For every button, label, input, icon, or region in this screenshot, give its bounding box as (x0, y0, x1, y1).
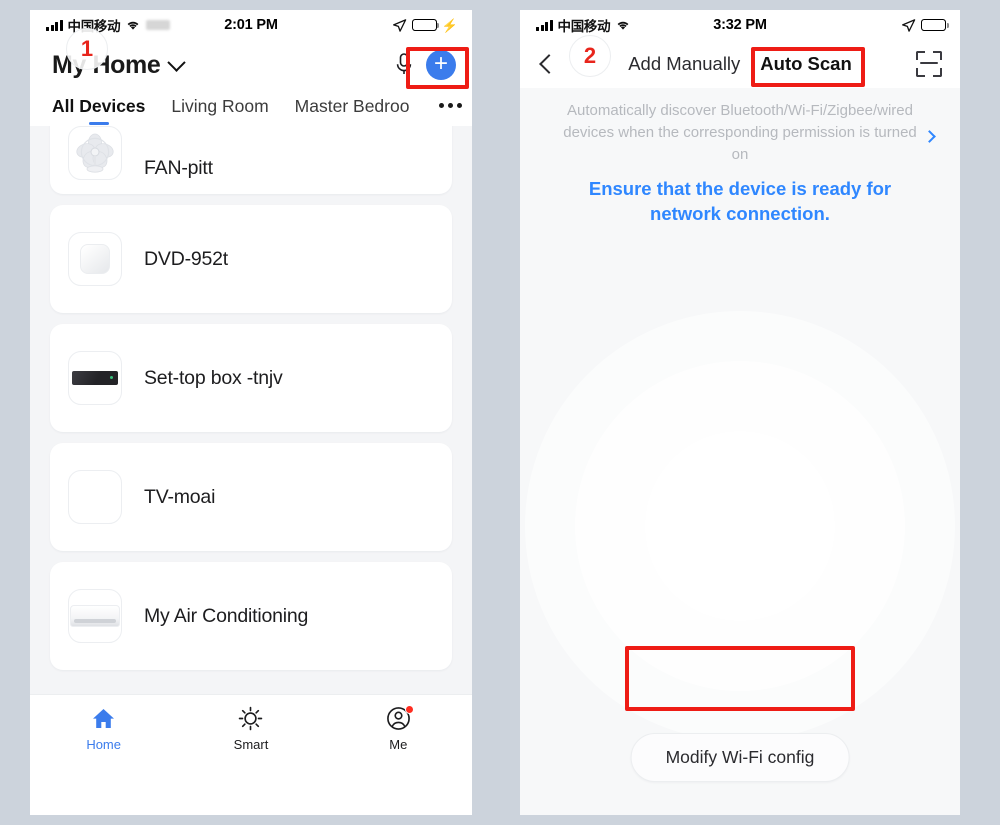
room-tab-all-devices[interactable]: All Devices (52, 96, 145, 126)
tab-home[interactable]: Home (30, 706, 177, 752)
device-card-dvd[interactable]: DVD-952t (50, 205, 452, 313)
tab-auto-scan[interactable]: Auto Scan (760, 53, 851, 75)
air-conditioner-icon (68, 589, 122, 643)
fan-icon (68, 126, 122, 180)
location-arrow-icon (392, 18, 407, 32)
device-ready-link-label: Ensure that the device is ready for netw… (588, 178, 892, 225)
device-name: Set-top box -tnjv (144, 366, 283, 389)
scan-hint-text: Automatically discover Bluetooth/Wi-Fi/Z… (563, 102, 917, 163)
lightning-bolt-icon: ⚡ (441, 17, 458, 33)
status-left-group: 中国移动 (536, 15, 631, 35)
sun-icon (238, 706, 263, 732)
microphone-icon[interactable] (394, 52, 414, 78)
auto-scan-body: Automatically discover Bluetooth/Wi-Fi/Z… (520, 88, 960, 815)
switch-glyph (80, 244, 110, 274)
device-list[interactable]: FAN-pitt DVD-952t Set-top box -tnjv TV-m… (30, 126, 472, 694)
room-tabs: All Devices Living Room Master Bedroo (30, 94, 472, 126)
bottom-tab-bar: Home Smart Me (30, 694, 472, 762)
television-glyph (72, 480, 118, 514)
header-actions: + (394, 50, 456, 80)
house-icon (91, 706, 116, 732)
battery-low-icon (411, 19, 440, 31)
set-top-box-glyph (72, 371, 118, 385)
battery-full-icon (921, 19, 949, 31)
right-phone-screen: 中国移动 3:32 PM Add Manually Auto Scan Auto… (520, 10, 960, 815)
device-name: DVD-952t (144, 247, 229, 270)
switch-icon (68, 232, 122, 286)
device-card-fan[interactable]: FAN-pitt (50, 126, 452, 194)
qr-scan-icon[interactable] (916, 51, 942, 77)
tab-label: Me (389, 736, 408, 752)
chevron-left-icon[interactable] (539, 54, 559, 74)
annotation-marker-2: 2 (569, 35, 611, 77)
screenshot-stage: 中国移动 2:01 PM ⚡ My Home + All Devices Liv… (0, 0, 1000, 825)
device-name: My Air Conditioning (144, 604, 309, 627)
status-right-group: ⚡ (392, 18, 458, 33)
tab-me[interactable]: Me (325, 704, 472, 752)
set-top-box-icon (68, 351, 122, 405)
wifi-icon (617, 21, 629, 30)
device-card-air-conditioner[interactable]: My Air Conditioning (50, 562, 452, 670)
room-tab-living-room[interactable]: Living Room (171, 96, 268, 126)
chevron-down-icon[interactable] (167, 52, 187, 72)
air-conditioner-glyph (70, 605, 120, 627)
annotation-marker-1: 1 (66, 28, 108, 70)
plus-icon: + (433, 49, 448, 77)
tab-add-manually[interactable]: Add Manually (628, 53, 740, 75)
radar-scanning-animation (525, 311, 955, 741)
user-circle-icon (386, 704, 414, 732)
status-left-group: 中国移动 (46, 15, 171, 35)
left-phone-screen: 中国移动 2:01 PM ⚡ My Home + All Devices Liv… (30, 10, 472, 815)
wifi-icon (127, 21, 139, 30)
add-device-plus-button[interactable]: + (426, 50, 456, 80)
device-card-set-top-box[interactable]: Set-top box -tnjv (50, 324, 452, 432)
modify-wifi-config-button[interactable]: Modify Wi-Fi config (630, 733, 850, 782)
device-ready-link[interactable]: Ensure that the device is ready for netw… (520, 165, 960, 227)
tab-label: Smart (233, 736, 269, 752)
radar-center-dot (735, 521, 745, 531)
notification-badge-dot (404, 704, 414, 714)
ellipsis-icon[interactable] (439, 103, 463, 119)
device-name: TV-moai (144, 485, 216, 508)
carrier-label: 中国移动 (557, 19, 611, 34)
gps-indicator-blurred (146, 20, 171, 30)
status-right-group (901, 18, 949, 33)
cellular-bars-icon (46, 19, 63, 31)
device-name: FAN-pitt (144, 157, 213, 179)
cellular-bars-icon (536, 19, 553, 31)
television-icon (68, 470, 122, 524)
device-card-tv[interactable]: TV-moai (50, 443, 452, 551)
room-tab-master-bedroom[interactable]: Master Bedroo (295, 96, 410, 126)
tab-smart[interactable]: Smart (177, 706, 324, 752)
location-arrow-icon (902, 18, 916, 32)
tab-label: Home (86, 736, 121, 752)
